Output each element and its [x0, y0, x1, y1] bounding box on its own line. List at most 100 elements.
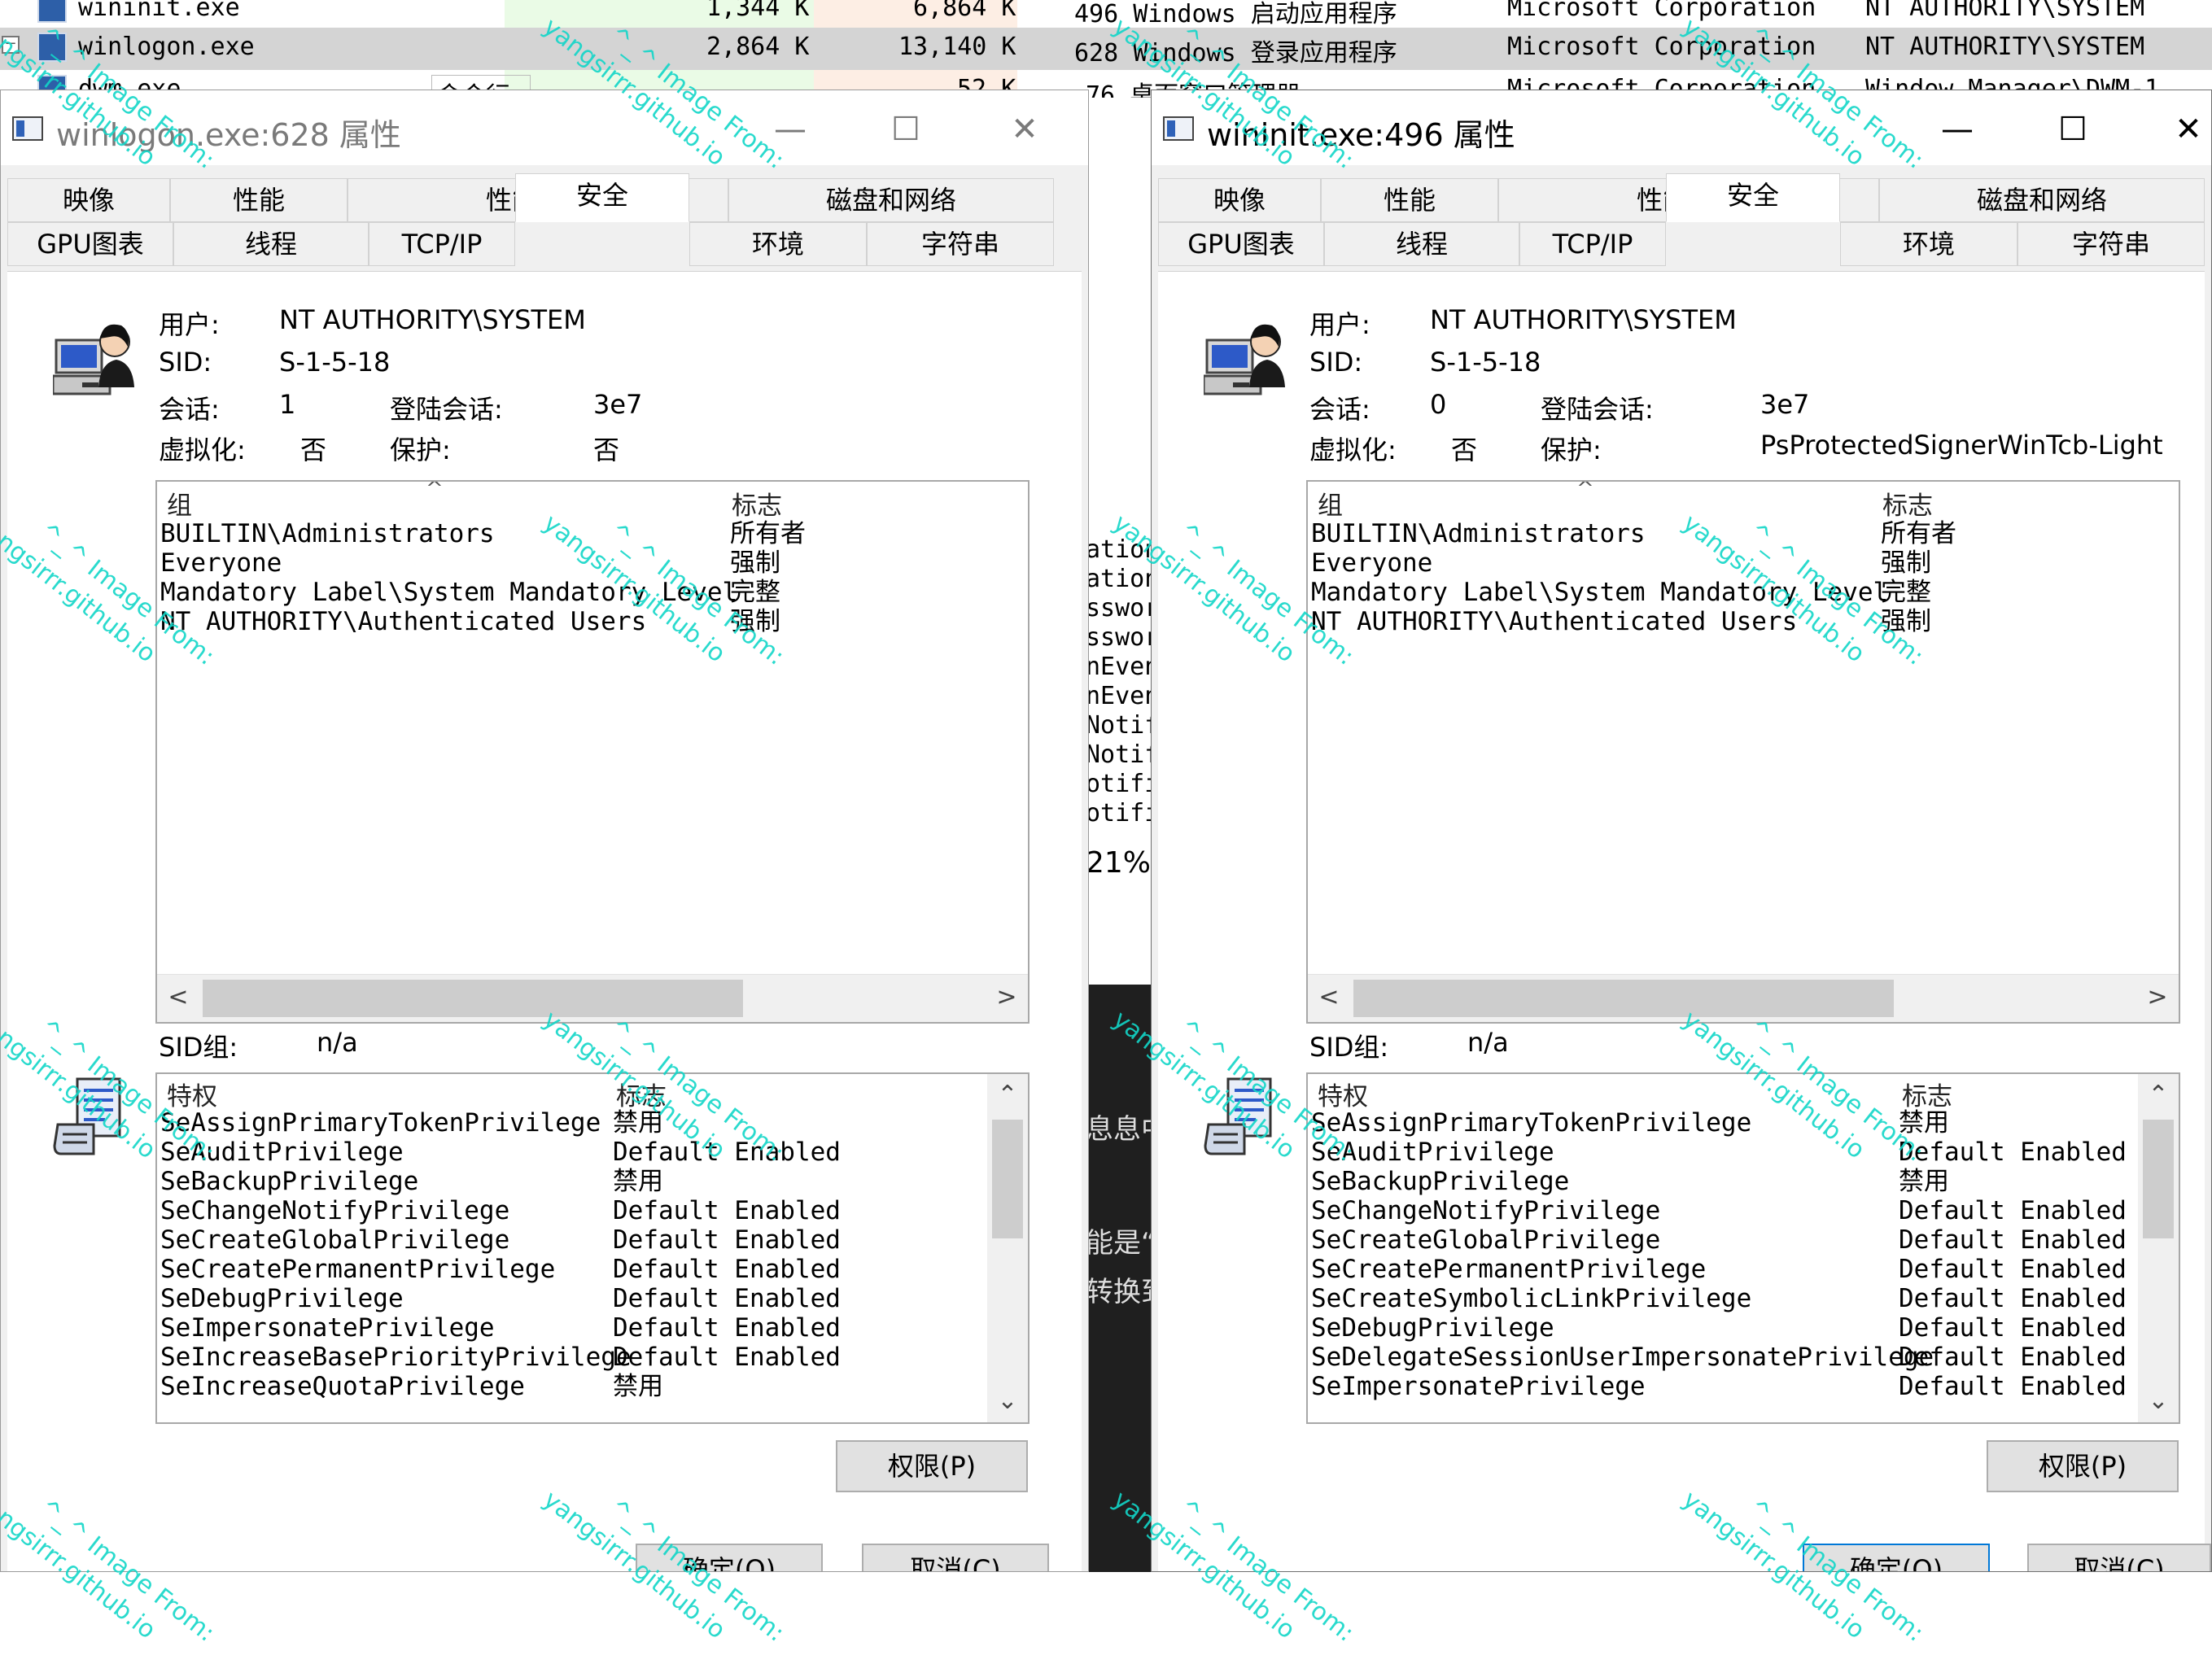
groups-column-header[interactable]: 组 [1318, 485, 1343, 522]
groups-column-header[interactable]: 组 [167, 485, 192, 522]
scroll-left-icon[interactable]: < [157, 975, 199, 1022]
window-app-icon [12, 116, 43, 141]
user-name: NT AUTHORITY\SYSTEM [1865, 0, 2145, 22]
privileges-list[interactable]: 特权 标志 SeAssignPrimaryTokenPrivilege 禁用 S… [1306, 1072, 2180, 1424]
user-value: NT AUTHORITY\SYSTEM [279, 304, 586, 335]
groups-list[interactable]: 组 ^ 标志 BUILTIN\Administrators 所有者 Everyo… [155, 480, 1029, 1024]
protection-value: PsProtectedSignerWinTcb-Light [1760, 430, 2163, 461]
close-button[interactable]: ✕ [2154, 105, 2211, 154]
tab-strings[interactable]: 字符串 [867, 222, 1054, 266]
user-value: NT AUTHORITY\SYSTEM [1430, 304, 1737, 335]
ok-button[interactable]: 确定(O) [636, 1544, 823, 1571]
logon-session-label: 登陆会话: [390, 394, 503, 425]
scroll-down-icon[interactable]: ⌄ [2138, 1380, 2179, 1422]
tab-disk-network[interactable]: 磁盘和网络 [1879, 178, 2205, 222]
tab-tcpip[interactable]: TCP/IP [1519, 222, 1666, 266]
privilege-name: SeDebugPrivilege [1311, 1313, 1554, 1343]
ok-button[interactable]: 确定(O) [1803, 1544, 1990, 1571]
tree-collapse-icon[interactable]: − [2, 36, 20, 54]
scrollbar-thumb[interactable] [1353, 980, 1894, 1017]
scrollbar-thumb[interactable] [992, 1120, 1023, 1238]
groups-list[interactable]: 组 ^ 标志 BUILTIN\Administrators 所有者 Everyo… [1306, 480, 2180, 1024]
permissions-button[interactable]: 权限(P) [1987, 1440, 2179, 1492]
cancel-button[interactable]: 取消(C) [862, 1544, 1049, 1571]
privilege-name: SeImpersonatePrivilege [160, 1313, 495, 1343]
scroll-right-icon[interactable]: > [2136, 975, 2179, 1022]
strip-text: nEven [1086, 682, 1151, 710]
tab-tcpip[interactable]: TCP/IP [369, 222, 515, 266]
scrollbar-thumb[interactable] [2143, 1120, 2174, 1238]
virtualization-value: 否 [300, 435, 327, 465]
privilege-name: SeIncreaseBasePriorityPrivilege [160, 1343, 632, 1372]
dark-editor-area: 息息中 能是“ 转换到 [1084, 985, 1151, 1572]
privilege-flags: Default Enabled [613, 1138, 841, 1167]
tab-gpu-graph[interactable]: GPU图表 [7, 222, 173, 266]
flags-column-header[interactable]: 标志 [732, 485, 782, 522]
title-bar[interactable]: winlogon.exe:628 属性 — ☐ ✕ [1, 90, 1088, 165]
privilege-flags: 禁用 [613, 1108, 663, 1138]
tab-threads[interactable]: 线程 [1324, 222, 1519, 266]
strip-text: otifi [1086, 770, 1151, 798]
minimize-button[interactable]: — [756, 105, 824, 154]
tab-image[interactable]: 映像 [1158, 178, 1321, 222]
vertical-scrollbar[interactable]: ⌃ ⌄ [2138, 1074, 2179, 1422]
privilege-name: SeIncreaseQuotaPrivilege [160, 1372, 525, 1401]
privilege-name: SeAuditPrivilege [160, 1138, 404, 1167]
process-row-selected[interactable]: − winlogon.exe 2,864 K 13,140 K 628 Wind… [0, 28, 2212, 70]
session-value: 0 [1430, 389, 1447, 420]
protection-label: 保护: [390, 435, 451, 465]
close-button[interactable]: ✕ [990, 105, 1059, 154]
tab-performance[interactable]: 性能 [170, 178, 348, 222]
process-icon [37, 0, 67, 23]
tab-performance[interactable]: 性能 [1321, 178, 1498, 222]
scroll-right-icon[interactable]: > [986, 975, 1028, 1022]
privileges-list[interactable]: 特权 标志 SeAssignPrimaryTokenPrivilege 禁用 S… [155, 1072, 1029, 1424]
tab-security[interactable]: 安全 [1666, 173, 1840, 222]
sid-group-value: n/a [1467, 1027, 1509, 1058]
privilege-column-header[interactable]: 特权 [1318, 1076, 1368, 1112]
scroll-up-icon[interactable]: ⌃ [987, 1074, 1028, 1116]
privilege-flags: Default Enabled [613, 1343, 841, 1372]
group-flags: 强制 [1881, 548, 1931, 578]
scrollbar-thumb[interactable] [203, 980, 743, 1017]
scroll-down-icon[interactable]: ⌄ [987, 1380, 1028, 1422]
scroll-left-icon[interactable]: < [1308, 975, 1350, 1022]
tab-image[interactable]: 映像 [7, 178, 170, 222]
tab-security[interactable]: 安全 [515, 173, 689, 222]
sid-value: S-1-5-18 [1430, 347, 1541, 378]
vertical-scrollbar[interactable]: ⌃ ⌄ [987, 1074, 1028, 1422]
privilege-flags: 禁用 [613, 1372, 663, 1401]
security-panel: 用户: NT AUTHORITY\SYSTEM SID: S-1-5-18 会话… [7, 271, 1082, 1571]
minimize-button[interactable]: — [1923, 105, 1991, 154]
sid-label: SID: [159, 347, 212, 378]
user-account-icon [1204, 324, 1285, 395]
maximize-button[interactable]: ☐ [872, 105, 940, 154]
horizontal-scrollbar[interactable]: < > [157, 974, 1028, 1022]
tab-disk-network[interactable]: 磁盘和网络 [728, 178, 1054, 222]
scroll-up-icon[interactable]: ⌃ [2138, 1074, 2179, 1116]
horizontal-scrollbar[interactable]: < > [1308, 974, 2179, 1022]
cancel-button[interactable]: 取消(C) [2027, 1544, 2211, 1571]
window-title: wininit.exe:496 属性 [1207, 117, 1515, 153]
flags-column-header[interactable]: 标志 [1882, 485, 1933, 522]
tab-strings[interactable]: 字符串 [2017, 222, 2205, 266]
tab-environment[interactable]: 环境 [1840, 222, 2017, 266]
flags-column-header[interactable]: 标志 [616, 1076, 667, 1112]
process-row[interactable]: wininit.exe 1,344 K 6,864 K 496 Windows … [0, 0, 2212, 31]
privilege-name: SeImpersonatePrivilege [1311, 1372, 1646, 1401]
title-bar[interactable]: wininit.exe:496 属性 — ☐ ✕ [1152, 90, 2211, 165]
privilege-name: SeCreatePermanentPrivilege [1311, 1255, 1707, 1284]
privilege-flags: Default Enabled [613, 1255, 841, 1284]
privilege-name: SeCreatePermanentPrivilege [160, 1255, 556, 1284]
tab-gpu-graph[interactable]: GPU图表 [1158, 222, 1324, 266]
flags-column-header[interactable]: 标志 [1902, 1076, 1952, 1112]
virtualization-label: 虚拟化: [159, 435, 246, 465]
tab-environment[interactable]: 环境 [689, 222, 867, 266]
privilege-column-header[interactable]: 特权 [167, 1076, 217, 1112]
maximize-button[interactable]: ☐ [2039, 105, 2107, 154]
tab-threads[interactable]: 线程 [173, 222, 369, 266]
pid-description: 628 Windows 登录应用程序 [1074, 39, 1397, 68]
permissions-button[interactable]: 权限(P) [836, 1440, 1028, 1492]
winlogon-properties-window: winlogon.exe:628 属性 — ☐ ✕ 映像 性能 性能图表 磁盘和… [0, 90, 1089, 1572]
wininit-properties-window: wininit.exe:496 属性 — ☐ ✕ 映像 性能 性能图表 磁盘和网… [1151, 90, 2212, 1572]
